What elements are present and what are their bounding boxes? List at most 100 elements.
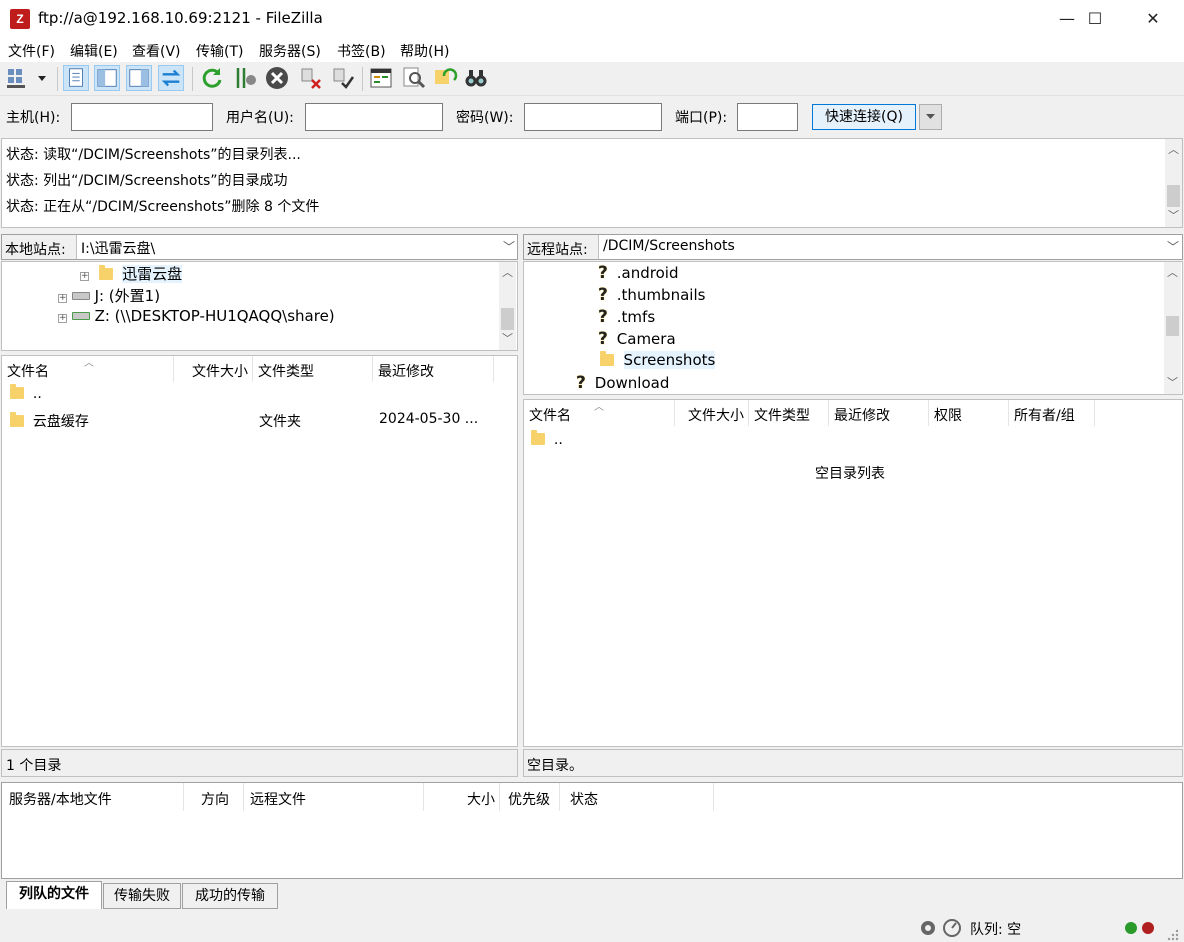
menu-help[interactable]: 帮助(H) — [400, 41, 449, 61]
port-label: 端口(P): — [675, 110, 728, 126]
password-input[interactable] — [524, 103, 662, 131]
remote-path: /DCIM/Screenshots — [603, 238, 735, 254]
local-tree-toggle-icon[interactable] — [94, 65, 120, 91]
menu-transfer[interactable]: 传输(T) — [196, 41, 243, 61]
scroll-down-icon[interactable]: ﹀ — [1165, 207, 1182, 224]
resize-grip-icon[interactable] — [1164, 926, 1180, 942]
site-manager-dropdown-icon[interactable] — [33, 65, 51, 91]
remote-status-bar: 空目录。 — [523, 749, 1183, 777]
column-header-modified[interactable]: 最近修改 — [373, 356, 494, 382]
chevron-down-icon[interactable]: ﹀ — [1167, 238, 1179, 255]
expand-icon[interactable]: + — [58, 314, 67, 323]
remote-tree-toggle-icon[interactable] — [126, 65, 152, 91]
log-scrollbar[interactable]: ︿ ﹀ — [1165, 139, 1182, 227]
message-log-toggle-icon[interactable] — [63, 65, 89, 91]
tree-item[interactable]: + 迅雷云盘 — [80, 263, 183, 285]
gear-icon — [921, 921, 935, 935]
folder-icon — [98, 265, 113, 280]
local-status-text: 1 个目录 — [6, 758, 62, 774]
tab-queued-files[interactable]: 列队的文件 — [6, 881, 102, 909]
scroll-down-icon[interactable]: ﹀ — [499, 330, 516, 347]
queue-column-remote-file[interactable]: 远程文件 — [244, 783, 424, 811]
scroll-down-icon[interactable]: ﹀ — [1164, 374, 1181, 391]
remote-tree-scrollbar[interactable]: ︿ ﹀ — [1164, 262, 1181, 394]
queue-column-status[interactable]: 状态 — [560, 783, 714, 811]
remote-path-combo[interactable]: /DCIM/Screenshots ﹀ — [598, 235, 1182, 259]
table-row[interactable]: .. — [531, 430, 563, 448]
menu-bookmarks[interactable]: 书签(B) — [337, 41, 386, 61]
refresh-icon[interactable] — [199, 65, 225, 91]
folder-icon — [600, 351, 614, 366]
disconnect-icon[interactable] — [298, 65, 324, 91]
scroll-up-icon[interactable]: ︿ — [1164, 264, 1181, 281]
queue-column-server-local[interactable]: 服务器/本地文件 — [2, 783, 184, 811]
remote-site-bar: 远程站点: /DCIM/Screenshots ﹀ — [523, 234, 1183, 260]
tab-successful-transfers[interactable]: 成功的传输 — [182, 883, 278, 909]
reconnect-icon[interactable] — [330, 65, 356, 91]
close-button[interactable]: ✕ — [1124, 0, 1182, 38]
filter-icon[interactable] — [401, 65, 427, 91]
username-input[interactable] — [305, 103, 443, 131]
column-header-filesize[interactable]: 文件大小 — [174, 356, 253, 382]
quickconnect-button[interactable]: 快速连接(Q) — [812, 104, 916, 130]
tree-item[interactable]: + J: (外置1) — [58, 285, 160, 307]
local-tree-scrollbar[interactable]: ︿ ﹀ — [499, 262, 516, 350]
cancel-icon[interactable] — [264, 65, 290, 91]
column-header-filetype[interactable]: 文件类型 — [253, 356, 373, 382]
remote-site-label: 远程站点: — [527, 242, 588, 258]
tree-item[interactable]: ? .thumbnails — [598, 285, 705, 307]
queue-column-direction[interactable]: 方向 — [184, 783, 244, 811]
menu-file[interactable]: 文件(F) — [8, 41, 55, 61]
unknown-folder-icon: ? — [598, 307, 608, 327]
tree-item[interactable]: ? .android — [598, 263, 678, 285]
tree-item[interactable]: + Z: (\\DESKTOP-HU1QAQQ\share) — [58, 307, 335, 329]
queue-column-size[interactable]: 大小 — [424, 783, 500, 811]
unknown-folder-icon: ? — [576, 373, 586, 393]
scroll-thumb[interactable] — [1167, 185, 1180, 207]
folder-icon — [531, 430, 545, 445]
column-header-filetype[interactable]: 文件类型 — [749, 400, 829, 426]
tree-item[interactable]: ? .tmfs — [598, 307, 655, 329]
host-label: 主机(H): — [6, 110, 61, 126]
connection-status-icon — [1125, 922, 1154, 934]
menu-view[interactable]: 查看(V) — [132, 41, 181, 61]
host-input[interactable] — [71, 103, 213, 131]
folder-icon — [10, 412, 24, 427]
log-line: 状态: 正在从“/DCIM/Screenshots”删除 8 个文件 — [6, 199, 320, 215]
directory-comparison-icon[interactable] — [368, 65, 394, 91]
expand-icon[interactable]: + — [58, 294, 67, 303]
tree-item[interactable]: ? Camera — [598, 329, 676, 351]
column-header-filesize[interactable]: 文件大小 — [675, 400, 749, 426]
search-icon[interactable] — [463, 65, 489, 91]
port-input[interactable] — [737, 103, 798, 131]
table-row[interactable]: .. — [10, 384, 42, 402]
site-manager-icon[interactable] — [6, 65, 32, 91]
local-site-label: 本地站点: — [5, 242, 66, 258]
transfer-queue-toggle-icon[interactable] — [158, 65, 184, 91]
tab-failed-transfers[interactable]: 传输失败 — [103, 883, 181, 909]
column-header-owner[interactable]: 所有者/组 — [1009, 400, 1095, 426]
table-row[interactable]: 云盘缓存 — [10, 411, 89, 431]
maximize-button[interactable]: ☐ — [1066, 0, 1124, 38]
menu-edit[interactable]: 编辑(E) — [70, 41, 118, 61]
scroll-thumb[interactable] — [1166, 316, 1179, 336]
scroll-thumb[interactable] — [501, 308, 514, 330]
drive-icon — [71, 292, 90, 300]
chevron-down-icon[interactable]: ﹀ — [503, 238, 515, 255]
sync-browse-icon[interactable] — [432, 65, 458, 91]
quickconnect-dropdown-button[interactable] — [919, 104, 942, 130]
tree-item[interactable]: ? Download — [576, 373, 669, 395]
column-header-modified[interactable]: 最近修改 — [829, 400, 929, 426]
tree-item-selected[interactable]: Screenshots — [600, 351, 716, 373]
menu-bar: 文件(F) 编辑(E) 查看(V) 传输(T) 服务器(S) 书签(B) 帮助(… — [0, 38, 1184, 62]
window-title: ftp://a@192.168.10.69:2121 - FileZilla — [38, 9, 323, 27]
process-queue-icon[interactable] — [232, 65, 258, 91]
status-bar: 队列: 空 — [0, 914, 1184, 942]
queue-column-priority[interactable]: 优先级 — [500, 783, 560, 811]
scroll-up-icon[interactable]: ︿ — [499, 264, 516, 281]
menu-server[interactable]: 服务器(S) — [259, 41, 321, 61]
expand-icon[interactable]: + — [80, 272, 89, 281]
column-header-permissions[interactable]: 权限 — [929, 400, 1009, 426]
local-path-combo[interactable]: I:\迅雷云盘\ ﹀ — [76, 235, 517, 259]
scroll-up-icon[interactable]: ︿ — [1165, 141, 1182, 158]
